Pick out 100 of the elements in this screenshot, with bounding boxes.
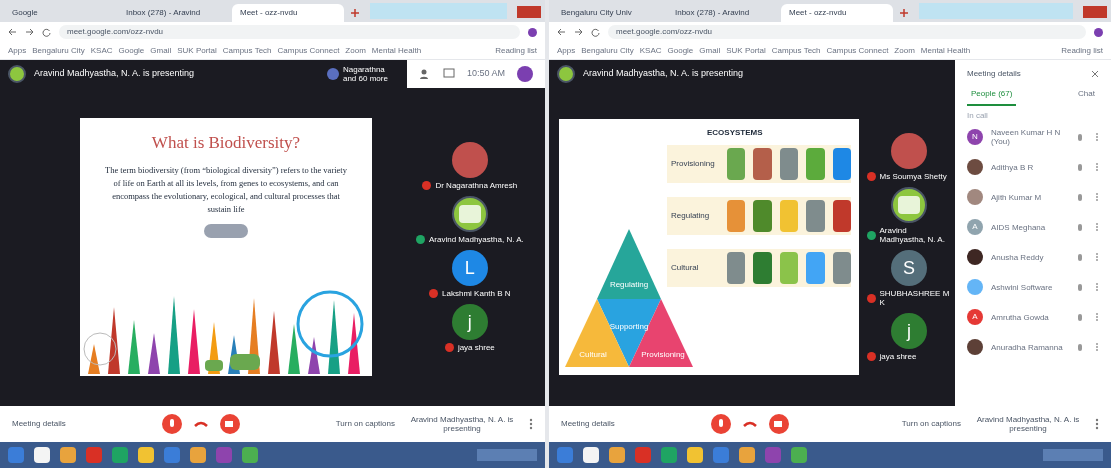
mic-off-button[interactable] — [162, 414, 182, 434]
pin-icon[interactable] — [1077, 192, 1083, 202]
address-field[interactable]: meet.google.com/ozz-nvdu — [608, 25, 1086, 39]
slide-controls[interactable] — [204, 223, 248, 238]
captions-button[interactable]: Turn on captions — [335, 418, 395, 430]
bookmark-link[interactable]: Zoom — [345, 44, 366, 57]
taskbar-app-icon[interactable] — [661, 447, 677, 463]
pin-icon[interactable] — [1077, 342, 1083, 352]
bookmark-link[interactable]: Campus Tech — [222, 44, 272, 57]
taskbar-app-icon[interactable] — [242, 447, 258, 463]
new-tab-icon[interactable] — [350, 8, 360, 18]
captions-button[interactable]: Turn on captions — [901, 418, 961, 430]
pin-icon[interactable] — [1077, 252, 1083, 262]
avatar-letter: j — [891, 313, 927, 349]
profile-avatar[interactable] — [517, 66, 533, 82]
bookmark-link[interactable]: Apps — [8, 44, 27, 57]
taskbar-app-icon[interactable] — [739, 447, 755, 463]
mic-off-button[interactable] — [711, 414, 731, 434]
bookmark-link[interactable]: Bengaluru City — [32, 44, 85, 57]
taskbar-app-icon[interactable] — [557, 447, 573, 463]
bookmark-link[interactable]: KSAC — [90, 44, 113, 57]
taskbar-app-icon[interactable] — [8, 447, 24, 463]
hang-up-button[interactable] — [194, 420, 208, 428]
reading-list-button[interactable]: Reading list — [495, 44, 537, 57]
taskbar-app-icon[interactable] — [713, 447, 729, 463]
bookmark-link[interactable]: SUK Portal — [177, 44, 217, 57]
bookmark-link[interactable]: Google — [667, 44, 694, 57]
meeting-details-button[interactable]: Meeting details — [561, 418, 711, 430]
taskbar-app-icon[interactable] — [112, 447, 128, 463]
bookmark-link[interactable]: Campus Connect — [826, 44, 889, 57]
forward-icon[interactable] — [574, 28, 583, 36]
taskbar-app-icon[interactable] — [190, 447, 206, 463]
bookmark-link[interactable]: Bengaluru City — [581, 44, 634, 57]
bookmark-link[interactable]: Google — [118, 44, 145, 57]
taskbar-app-icon[interactable] — [164, 447, 180, 463]
taskbar-app-icon[interactable] — [687, 447, 703, 463]
pin-icon[interactable] — [1077, 132, 1083, 142]
bookmark-link[interactable]: Mental Health — [371, 44, 422, 57]
profile-avatar[interactable] — [528, 27, 537, 37]
back-icon[interactable] — [8, 28, 17, 36]
bookmark-link[interactable]: Campus Connect — [277, 44, 340, 57]
people-icon[interactable] — [418, 68, 431, 80]
address-field[interactable]: meet.google.com/ozz-nvdu — [59, 25, 520, 39]
taskbar-app-icon[interactable] — [583, 447, 599, 463]
presentation-button[interactable]: Aravind Madhyastha, N. A. is presenting — [407, 415, 517, 433]
more-options-icon[interactable] — [529, 418, 533, 430]
close-icon[interactable] — [1091, 70, 1099, 78]
more-options-icon[interactable] — [1095, 222, 1099, 232]
more-options-icon[interactable] — [1095, 418, 1099, 430]
panel-tab[interactable]: People (67) — [967, 88, 1017, 106]
bookmark-link[interactable]: Gmail — [150, 44, 172, 57]
new-tab-icon[interactable] — [899, 8, 909, 18]
taskbar-app-icon[interactable] — [609, 447, 625, 463]
hang-up-button[interactable] — [743, 420, 757, 428]
bookmark-link[interactable]: Zoom — [894, 44, 915, 57]
bookmark-link[interactable]: SUK Portal — [726, 44, 766, 57]
taskbar-app-icon[interactable] — [60, 447, 76, 463]
taskbar-app-icon[interactable] — [34, 447, 50, 463]
camera-off-button[interactable] — [769, 414, 789, 434]
more-options-icon[interactable] — [1095, 192, 1099, 202]
forward-icon[interactable] — [25, 28, 34, 36]
participant-name: Ms Soumya Shetty — [879, 172, 948, 181]
pin-icon[interactable] — [1077, 312, 1083, 322]
reading-list-button[interactable]: Reading list — [1061, 44, 1103, 57]
bookmark-link[interactable]: Gmail — [699, 44, 721, 57]
browser-tab[interactable]: Inbox (278) - Aravind — [118, 4, 230, 22]
bookmark-link[interactable]: KSAC — [639, 44, 662, 57]
chat-icon[interactable] — [442, 68, 455, 80]
presenter-logo-icon — [557, 65, 575, 83]
bookmark-link[interactable]: Mental Health — [920, 44, 971, 57]
profile-avatar[interactable] — [1094, 27, 1103, 37]
bookmark-link[interactable]: Campus Tech — [771, 44, 821, 57]
pin-icon[interactable] — [1077, 162, 1083, 172]
participant-name: jaya shree — [879, 352, 918, 361]
more-options-icon[interactable] — [1095, 312, 1099, 322]
more-options-icon[interactable] — [1095, 132, 1099, 142]
taskbar-app-icon[interactable] — [86, 447, 102, 463]
reload-icon[interactable] — [591, 27, 600, 37]
browser-tab[interactable]: Bengaluru City Univ — [553, 4, 665, 22]
browser-tab[interactable]: Inbox (278) - Aravind — [667, 4, 779, 22]
browser-tab[interactable]: Google — [4, 4, 116, 22]
camera-off-button[interactable] — [220, 414, 240, 434]
pin-icon[interactable] — [1077, 282, 1083, 292]
reload-icon[interactable] — [42, 27, 51, 37]
back-icon[interactable] — [557, 28, 566, 36]
taskbar-app-icon[interactable] — [635, 447, 651, 463]
pin-icon[interactable] — [1077, 222, 1083, 232]
browser-tab[interactable]: Meet - ozz-nvdu — [781, 4, 893, 22]
meeting-details-button[interactable]: Meeting details — [12, 418, 162, 430]
browser-tab[interactable]: Meet - ozz-nvdu — [232, 4, 344, 22]
bookmark-link[interactable]: Apps — [557, 44, 576, 57]
more-options-icon[interactable] — [1095, 282, 1099, 292]
more-options-icon[interactable] — [1095, 252, 1099, 262]
more-options-icon[interactable] — [1095, 162, 1099, 172]
taskbar-app-icon[interactable] — [138, 447, 154, 463]
more-options-icon[interactable] — [1095, 342, 1099, 352]
presentation-button[interactable]: Aravind Madhyastha, N. A. is presenting — [973, 415, 1083, 433]
person-name: Anuradha Ramanna — [991, 342, 1064, 352]
panel-tab[interactable]: Chat — [1074, 88, 1099, 106]
taskbar-app-icon[interactable] — [791, 447, 807, 463]
